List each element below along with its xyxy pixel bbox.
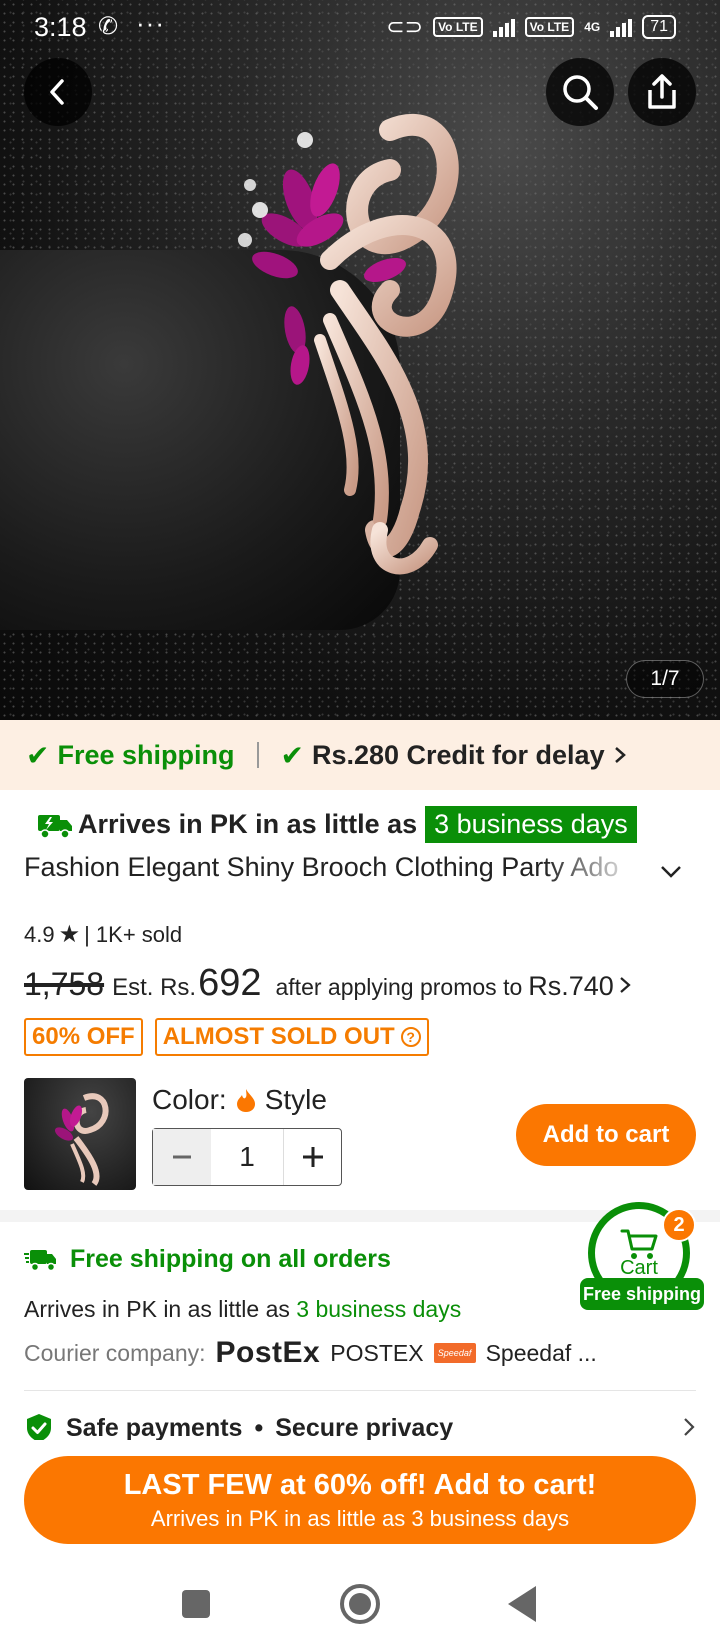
quantity-value[interactable]: 1 [211,1129,283,1185]
chevron-right-icon [614,747,626,763]
check-icon: ✔ [26,739,50,771]
promo-price: Rs.740 [528,971,614,1001]
chevron-left-icon [50,79,64,105]
back-nav-button[interactable] [508,1586,536,1622]
signal-icon-2 [610,17,633,37]
postex-logo: PostEx [215,1336,321,1369]
add-to-cart-button[interactable]: Add to cart [516,1104,696,1166]
brooch-image [238,113,459,575]
shipping-headline-text: Free shipping on all orders [70,1245,391,1273]
discount-tag: 60% OFF [24,1018,143,1056]
back-button[interactable] [24,58,92,126]
stock-tag-label: ALMOST SOLD OUT [162,1023,395,1050]
decrease-button[interactable] [153,1129,211,1185]
safe-payments-label: Safe payments [66,1413,243,1442]
link-icon: ⊂⊃ [386,14,424,39]
credit-for-delay[interactable]: ✔ Rs.280 Credit for delay [281,739,627,772]
gallery-page-indicator: 1/7 [626,660,704,698]
fast-truck-icon [38,814,72,839]
credit-label: Rs.280 Credit for delay [311,739,605,770]
flame-icon [236,1089,255,1112]
free-shipping-label: Free shipping [57,739,235,770]
battery-indicator: 71 [642,15,676,39]
promo-tags: 60% OFF ALMOST SOLD OUT ? [24,1018,429,1056]
whatsapp-icon: ✆ [98,13,119,40]
shipping-arrival-days: 3 business days [296,1296,462,1322]
courier-row: Courier company: PostEx POSTEX Speedaf S… [24,1336,597,1370]
share-button[interactable] [628,58,696,126]
shipping-arrival-text: Arrives in PK in as little as [24,1296,290,1322]
secure-privacy-label: Secure privacy [275,1413,454,1442]
share-icon [648,74,676,109]
title-fade [544,852,664,892]
bottom-cta-bar: LAST FEW at 60% off! Add to cart! Arrive… [0,1440,720,1560]
free-shipping-promo: ✔ Free shipping [26,739,235,772]
increase-button[interactable] [283,1129,341,1185]
quantity-stepper: 1 [152,1128,342,1186]
cart-count-badge: 2 [662,1208,696,1242]
search-icon [563,75,598,110]
stock-tag[interactable]: ALMOST SOLD OUT ? [154,1018,429,1056]
courier-name-speedaf: Speedaf ... [485,1339,597,1366]
shipping-arrival: Arrives in PK in as little as 3 business… [24,1296,461,1323]
sold-count: | 1K+ sold [84,921,183,947]
rating-value: 4.9 [24,921,55,947]
courier-name-postex: POSTEX [330,1339,424,1366]
arrival-banner: Arrives in PK in as little as 3 business… [36,806,637,843]
status-time: 3:18 [34,12,87,42]
cart-label: Cart [620,1256,658,1279]
shipping-headline[interactable]: Free shipping on all orders [24,1245,391,1274]
network-type: 4G [584,20,601,34]
recent-apps-button[interactable] [182,1590,210,1618]
divider [24,1390,696,1391]
color-selector[interactable]: Color: Style [152,1084,327,1116]
cart-free-shipping-badge: Free shipping [580,1278,704,1310]
system-nav-bar [0,1560,720,1650]
after-promos-text: after applying promos to [275,974,523,1000]
color-value: Style [264,1084,327,1115]
rating-row[interactable]: 4.9 ★ | 1K+ sold [24,920,182,949]
product-image-gallery[interactable] [0,0,720,720]
color-label: Color: [152,1084,227,1115]
product-title-row[interactable]: Fashion Elegant Shiny Brooch Clothing Pa… [24,852,696,892]
more-notifications-icon: ··· [136,8,165,38]
cta-headline: LAST FEW at 60% off! Add to cart! [123,1468,597,1501]
current-price: 692 [198,962,262,1004]
last-few-add-to-cart-button[interactable]: LAST FEW at 60% off! Add to cart! Arrive… [24,1456,696,1544]
brooch-thumbnail-image [54,1093,109,1186]
promo-strip[interactable]: ✔ Free shipping ✔ Rs.280 Credit for dela… [0,720,720,790]
floating-cart-button[interactable]: Cart 2 Free shipping [580,1202,704,1310]
question-icon: ? [400,1027,421,1047]
home-button[interactable] [340,1584,380,1624]
home-icon [349,1593,371,1615]
arrival-days-badge: 3 business days [425,806,637,843]
star-icon: ★ [58,921,81,948]
product-title: Fashion Elegant Shiny Brooch Clothing Pa… [24,852,619,882]
courier-label: Courier company: [24,1339,206,1366]
fast-truck-icon [24,1249,56,1271]
minus-icon [173,1155,191,1159]
chevron-right-icon [620,977,631,993]
status-bar: 3:18 ✆ ··· ⊂⊃ Vo LTE Vo LTE 4G 71 [0,0,720,52]
speedaf-logo: Speedaf [433,1343,476,1363]
sku-selector: Color: Style 1 Add to cart [24,1078,696,1190]
chevron-right-icon [684,1418,695,1436]
volte-badge-2: Vo LTE [524,17,575,37]
price-row[interactable]: 1,758 Est. Rs. 692 after applying promos… [24,962,632,1005]
search-button[interactable] [546,58,614,126]
arrival-text: Arrives in PK in as little as [78,809,418,839]
divider [256,742,259,768]
est-label: Est. Rs. [112,974,197,1001]
cart-icon [620,1229,658,1259]
variant-thumbnail[interactable] [24,1078,136,1190]
signal-icon-1 [492,17,515,37]
chevron-down-icon[interactable] [658,858,684,884]
cta-subline: Arrives in PK in as little as 3 business… [150,1505,570,1531]
original-price: 1,758 [24,966,105,1002]
volte-badge-1: Vo LTE [433,17,483,37]
plus-icon [302,1147,323,1167]
check-icon: ✔ [280,739,304,771]
bullet-separator: • [254,1413,264,1442]
